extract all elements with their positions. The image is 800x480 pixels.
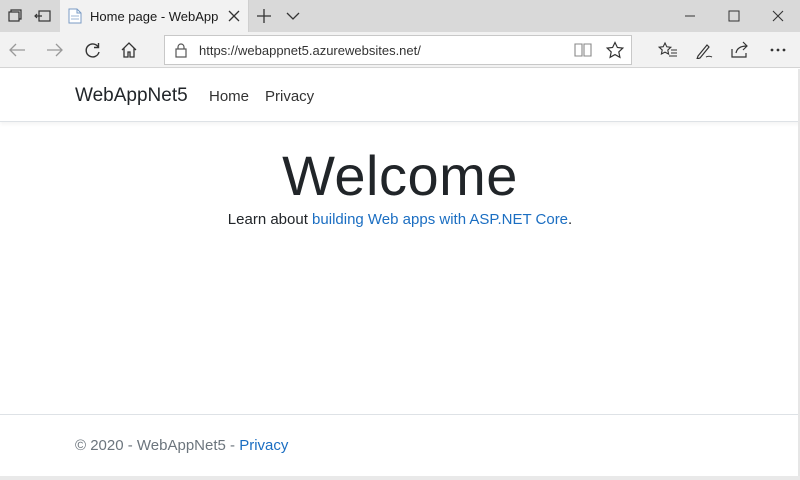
window-bottom-edge	[0, 476, 800, 480]
close-tab-icon[interactable]	[226, 8, 242, 24]
new-tab-icon[interactable]	[249, 0, 279, 32]
lock-icon[interactable]	[173, 42, 189, 58]
home-icon[interactable]	[112, 34, 146, 66]
minimize-icon[interactable]	[668, 0, 712, 32]
set-tabs-aside-icon[interactable]	[28, 0, 58, 32]
tab-home-page[interactable]: Home page - WebAppN	[60, 0, 249, 32]
browser-toolbar: https://webappnet5.azurewebsites.net/	[0, 32, 800, 68]
tab-actions-icon[interactable]	[0, 0, 30, 32]
browser-tab-bar: Home page - WebAppN	[0, 0, 800, 32]
address-url[interactable]: https://webappnet5.azurewebsites.net/	[199, 43, 421, 58]
favorites-hub-icon[interactable]	[650, 34, 686, 66]
lead-period: .	[568, 211, 573, 228]
footer-text: © 2020 - WebAppNet5 - Privacy	[75, 437, 288, 454]
forward-icon[interactable]	[38, 34, 72, 66]
nav-link-home[interactable]: Home	[209, 88, 249, 105]
site-brand-link[interactable]: WebAppNet5	[75, 85, 188, 107]
site-navbar: WebAppNet5 Home Privacy	[0, 69, 800, 122]
lead-text: Learn about	[227, 211, 313, 228]
tab-preview-chevron-icon[interactable]	[278, 0, 308, 32]
address-bar[interactable]: https://webappnet5.azurewebsites.net/	[164, 35, 632, 65]
welcome-heading: Welcome	[282, 144, 518, 207]
web-page: WebAppNet5 Home Privacy Welcome Learn ab…	[0, 69, 800, 480]
favorite-star-icon[interactable]	[605, 41, 625, 59]
refresh-icon[interactable]	[76, 34, 110, 66]
maximize-icon[interactable]	[712, 0, 756, 32]
close-window-icon[interactable]	[756, 0, 800, 32]
nav-link-privacy[interactable]: Privacy	[265, 88, 314, 105]
copyright-text: © 2020 - WebAppNet5 -	[75, 437, 240, 454]
share-icon[interactable]	[722, 34, 758, 66]
reading-view-icon[interactable]	[573, 41, 593, 59]
aspnet-core-docs-link[interactable]: building Web apps with ASP.NET Core	[312, 211, 568, 228]
lead-paragraph: Learn about building Web apps with ASP.N…	[0, 211, 800, 228]
page-favicon-icon	[68, 8, 82, 24]
back-icon[interactable]	[0, 34, 34, 66]
site-footer: © 2020 - WebAppNet5 - Privacy	[0, 414, 800, 474]
tab-title: Home page - WebAppN	[90, 8, 218, 24]
footer-privacy-link[interactable]: Privacy	[239, 437, 288, 454]
web-notes-icon[interactable]	[686, 34, 722, 66]
more-options-icon[interactable]	[760, 34, 796, 66]
